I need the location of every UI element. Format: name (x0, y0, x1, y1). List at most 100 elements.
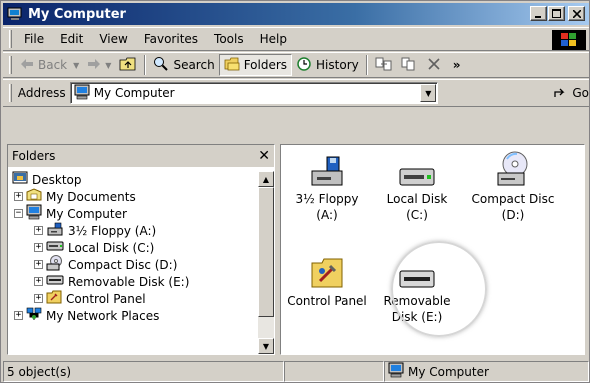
item-local-disk-c[interactable]: Local Disk (C:) (377, 147, 457, 223)
address-label: Address (17, 86, 66, 100)
item-compact-disc-d[interactable]: Compact Disc (D:) (465, 147, 561, 223)
status-object-count: 5 object(s) (3, 361, 284, 382)
up-folder-icon (119, 57, 137, 74)
tree-item-removable-disk-e[interactable]: + Removable Disk (E:) (34, 273, 189, 290)
search-button[interactable]: Search (149, 54, 218, 76)
network-icon (26, 307, 42, 324)
expand-icon[interactable]: + (34, 294, 43, 303)
title-bar[interactable]: My Computer (3, 3, 589, 25)
tree-item-label: My Documents (46, 189, 136, 204)
floppy-icon (309, 147, 345, 187)
standard-toolbar: Back ▼ ▼ Search Folders History » (3, 52, 589, 78)
tree-item-label: My Computer (46, 206, 127, 221)
tree-item-floppy[interactable]: + 3½ Floppy (A:) (34, 222, 156, 239)
menu-help[interactable]: Help (252, 29, 295, 49)
expand-icon[interactable]: + (14, 311, 23, 320)
chevron-up-icon: ▲ (262, 174, 270, 184)
tree-item-control-panel[interactable]: + Control Panel (34, 290, 146, 307)
move-to-icon (375, 56, 393, 75)
close-button[interactable] (568, 6, 585, 21)
cd-icon (46, 255, 64, 274)
tree-item-label: Removable Disk (E:) (68, 274, 190, 289)
go-button[interactable]: Go (552, 85, 589, 102)
history-button[interactable]: History (292, 54, 363, 76)
tree-item-my-network-places[interactable]: + My Network Places (14, 307, 159, 324)
toolbar-grip[interactable] (9, 56, 12, 74)
expand-icon[interactable]: + (34, 260, 43, 269)
chevron-down-icon: ▼ (425, 88, 432, 98)
expand-icon[interactable]: + (34, 243, 43, 252)
search-icon (153, 56, 169, 75)
tree-item-label: 3½ Floppy (A:) (68, 223, 157, 238)
drive-icon (399, 147, 435, 187)
up-folder-button[interactable] (115, 54, 141, 76)
item-control-panel[interactable]: Control Panel (287, 249, 367, 309)
expand-icon[interactable]: + (34, 226, 43, 235)
copy-to-button[interactable] (397, 54, 423, 76)
tree-item-label: Control Panel (66, 291, 146, 306)
status-location-label: My Computer (408, 364, 489, 379)
tree-item-desktop[interactable]: Desktop (12, 171, 82, 188)
tree-item-label: My Network Places (46, 308, 160, 323)
delete-button[interactable] (423, 54, 445, 76)
back-button[interactable]: Back ▼ (16, 54, 83, 76)
search-label: Search (173, 58, 215, 72)
windows-logo-icon (552, 30, 586, 50)
tree-item-compact-disc-d[interactable]: + Compact Disc (D:) (34, 255, 177, 274)
scrollbar-thumb[interactable] (258, 187, 274, 317)
folders-button[interactable]: Folders (218, 54, 293, 76)
chevron-right-icon: » (452, 58, 461, 72)
delete-icon (427, 57, 441, 74)
toolbar-overflow-button[interactable]: » (449, 54, 465, 76)
menu-edit[interactable]: Edit (52, 29, 91, 49)
desktop-icon (12, 171, 28, 189)
scroll-down-button[interactable]: ▼ (258, 338, 274, 354)
highlight-circle (391, 241, 487, 337)
expand-icon[interactable]: + (34, 277, 43, 286)
close-icon[interactable]: ✕ (258, 148, 270, 164)
folders-pane-title: Folders (12, 149, 56, 163)
go-label: Go (572, 86, 589, 100)
cd-icon (495, 147, 531, 187)
menu-tools[interactable]: Tools (206, 29, 252, 49)
control-panel-icon (46, 290, 62, 307)
chevron-down-icon: ▼ (73, 60, 80, 70)
item-label: Control Panel (287, 294, 367, 308)
status-location: My Computer (384, 361, 589, 382)
toolbar-separator (144, 55, 147, 75)
menu-view[interactable]: View (91, 29, 135, 49)
status-empty-cell (284, 361, 384, 382)
back-label: Back (38, 58, 68, 72)
address-dropdown-button[interactable]: ▼ (420, 84, 437, 102)
item-floppy-a[interactable]: 3½ Floppy (A:) (287, 147, 367, 223)
item-label: Compact Disc (D:) (471, 192, 555, 222)
folders-pane-header: Folders ✕ (8, 145, 274, 167)
drive-icon (46, 240, 64, 255)
folder-icon (26, 188, 42, 205)
my-computer-icon (7, 6, 23, 22)
tree-item-my-documents[interactable]: + My Documents (14, 188, 136, 205)
forward-arrow-icon (87, 58, 101, 73)
menu-favorites[interactable]: Favorites (136, 29, 206, 49)
move-to-button[interactable] (371, 54, 397, 76)
menu-file[interactable]: File (16, 29, 52, 49)
toolbar-separator (365, 55, 368, 75)
window-title: My Computer (28, 6, 126, 22)
tree-scrollbar[interactable]: ▲ ▼ (258, 171, 274, 354)
copy-to-icon (401, 56, 419, 75)
folders-label: Folders (243, 58, 288, 72)
my-computer-icon (74, 84, 90, 103)
address-input[interactable]: My Computer ▼ (69, 82, 439, 104)
scroll-up-button[interactable]: ▲ (258, 171, 274, 187)
expand-icon[interactable]: + (14, 192, 23, 201)
minimize-button[interactable] (530, 6, 547, 21)
item-label: Local Disk (C:) (386, 192, 448, 222)
toolbar-grip[interactable] (9, 30, 12, 48)
tree-item-my-computer[interactable]: − My Computer (14, 204, 127, 223)
tree-item-local-disk-c[interactable]: + Local Disk (C:) (34, 239, 154, 256)
maximize-button[interactable] (548, 6, 565, 21)
toolbar-grip[interactable] (9, 84, 12, 102)
collapse-icon[interactable]: − (14, 209, 23, 218)
computer-icon (26, 204, 42, 223)
forward-button[interactable]: ▼ (83, 54, 115, 76)
